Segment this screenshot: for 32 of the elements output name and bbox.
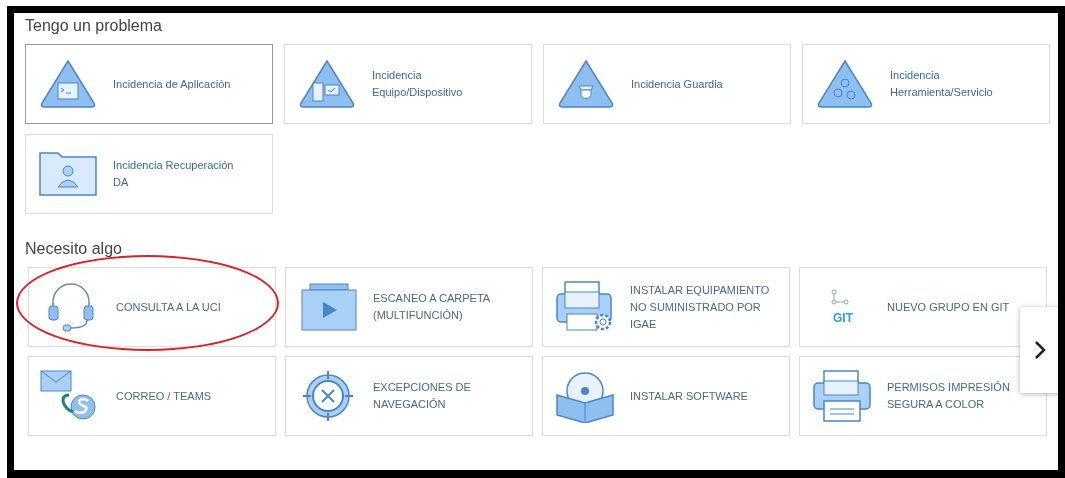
- card-label: INSTALAR SOFTWARE: [630, 388, 748, 404]
- section-heading: Tengo un problema: [25, 17, 163, 35]
- service-card[interactable]: CORREO / TEAMS: [28, 356, 276, 436]
- service-card[interactable]: Incidencia de Aplicación: [25, 44, 273, 124]
- service-card[interactable]: Incidencia Recuperación DA: [25, 134, 273, 214]
- card-label: CONSULTA A LA UCI: [116, 299, 221, 315]
- service-card[interactable]: CONSULTA A LA UCI: [28, 267, 276, 347]
- service-card[interactable]: ESCANEO A CARPETA (MULTIFUNCIÓN): [285, 267, 533, 347]
- next-button[interactable]: [1020, 307, 1058, 393]
- card-label: INSTALAR EQUIPAMIENTO NO SUMINISTRADO POR IGAE: [630, 282, 770, 332]
- card-label: Incidencia Guardia: [631, 76, 723, 92]
- service-card[interactable]: Incidencia Guardia: [543, 44, 791, 124]
- card-label: Incidencia Equipo/Dispositivo: [372, 68, 463, 100]
- service-card[interactable]: INSTALAR EQUIPAMIENTO NO SUMINISTRADO POR IGAE: [542, 267, 790, 347]
- chevron-right-icon: [1034, 340, 1046, 360]
- service-card[interactable]: EXCEPCIONES DE NAVEGACIÓN: [285, 356, 533, 436]
- service-card[interactable]: GIT NUEVO GRUPO EN GIT: [799, 267, 1047, 347]
- card-label: EXCEPCIONES DE NAVEGACIÓN: [373, 380, 471, 412]
- service-card[interactable]: Incidencia Herramienta/Servicio: [802, 44, 1050, 124]
- card-label: Incidencia Recuperación DA: [113, 158, 234, 190]
- card-label: ESCANEO A CARPETA (MULTIFUNCIÓN): [373, 291, 491, 323]
- card-label: NUEVO GRUPO EN GIT: [887, 299, 1010, 315]
- service-card[interactable]: PERMISOS IMPRESIÓN SEGURA A COLOR: [799, 356, 1047, 436]
- service-card[interactable]: INSTALAR SOFTWARE: [542, 356, 790, 436]
- section-heading: Necesito algo: [25, 240, 123, 258]
- card-label: CORREO / TEAMS: [116, 388, 212, 404]
- disc-box-icon: [553, 369, 617, 423]
- card-label: PERMISOS IMPRESIÓN SEGURA A COLOR: [887, 380, 1010, 412]
- printer-icon: [810, 369, 874, 423]
- card-label: Incidencia de Aplicación: [113, 76, 231, 92]
- card-label: Incidencia Herramienta/Servicio: [890, 68, 993, 100]
- service-card[interactable]: Incidencia Equipo/Dispositivo: [284, 44, 532, 124]
